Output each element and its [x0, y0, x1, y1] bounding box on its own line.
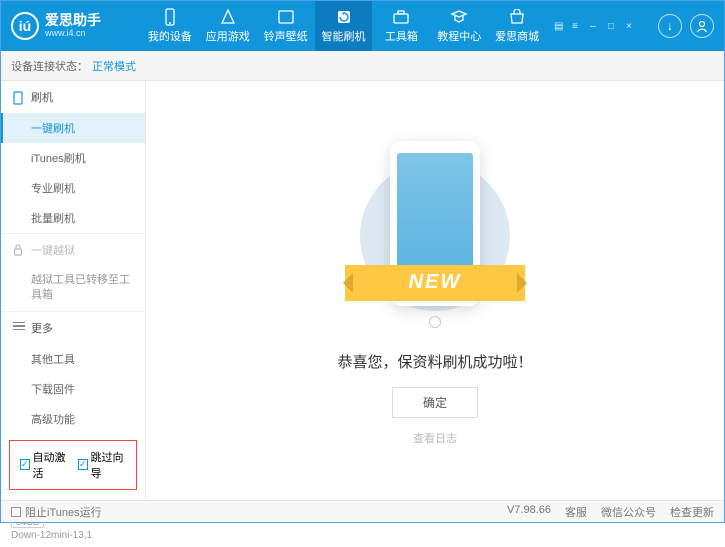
- store-icon: [508, 8, 526, 26]
- update-link[interactable]: 检查更新: [670, 504, 714, 520]
- tab-apps[interactable]: 应用游戏: [199, 1, 257, 51]
- status-value: 正常模式: [92, 58, 136, 74]
- main-content: NEW 恭喜您，保资料刷机成功啦！ 确定 查看日志: [146, 81, 724, 500]
- device-model: Down-12mini-13,1: [11, 530, 135, 541]
- version-label: V7.98.66: [507, 504, 551, 520]
- toolbox-icon: [392, 8, 410, 26]
- tab-ringtones[interactable]: 铃声壁纸: [257, 1, 315, 51]
- close-icon[interactable]: ×: [626, 21, 636, 31]
- logo: iú 爱思助手 www.i4.cn: [11, 12, 141, 40]
- menu-icon[interactable]: ▤: [554, 21, 564, 31]
- wechat-link[interactable]: 微信公众号: [601, 504, 656, 520]
- window-controls: ▤ ≡ – □ × ↓: [554, 14, 714, 38]
- user-button[interactable]: [690, 14, 714, 38]
- status-label: 设备连接状态：: [11, 58, 88, 74]
- view-log-link[interactable]: 查看日志: [413, 430, 457, 446]
- status-bar: 设备连接状态： 正常模式: [1, 51, 724, 81]
- phone-icon: [13, 91, 25, 103]
- nav-tabs: 我的设备 应用游戏 铃声壁纸 智能刷机 工具箱 教程中心 爱思商城: [141, 1, 546, 51]
- success-message: 恭喜您，保资料刷机成功啦！: [337, 351, 532, 372]
- sidebar-item-batch[interactable]: 批量刷机: [1, 203, 145, 233]
- wallpaper-icon: [277, 8, 295, 26]
- titlebar: iú 爱思助手 www.i4.cn 我的设备 应用游戏 铃声壁纸 智能刷机 工具…: [1, 1, 724, 51]
- apps-icon: [219, 8, 237, 26]
- settings-icon[interactable]: ≡: [572, 21, 582, 31]
- lock-icon: [13, 244, 25, 256]
- download-button[interactable]: ↓: [658, 14, 682, 38]
- checkbox-skip-guide[interactable]: ✓跳过向导: [78, 449, 126, 481]
- sidebar-section-flash[interactable]: 刷机: [1, 81, 145, 113]
- tab-flash[interactable]: 智能刷机: [315, 1, 373, 51]
- options-row: ✓自动激活 ✓跳过向导: [9, 440, 137, 490]
- sidebar-item-advanced[interactable]: 高级功能: [1, 404, 145, 434]
- minimize-icon[interactable]: –: [590, 21, 600, 31]
- flash-icon: [335, 8, 353, 26]
- sidebar-item-itunes[interactable]: iTunes刷机: [1, 143, 145, 173]
- sidebar-item-firmware[interactable]: 下载固件: [1, 374, 145, 404]
- success-illustration: NEW: [350, 136, 520, 336]
- hamburger-icon: [13, 322, 25, 334]
- new-banner: NEW: [345, 265, 525, 301]
- maximize-icon[interactable]: □: [608, 21, 618, 31]
- phone-icon: [161, 8, 179, 26]
- sidebar-section-more[interactable]: 更多: [1, 312, 145, 344]
- support-link[interactable]: 客服: [565, 504, 587, 520]
- checkbox-auto-activate[interactable]: ✓自动激活: [20, 449, 68, 481]
- ok-button[interactable]: 确定: [392, 387, 478, 418]
- app-url: www.i4.cn: [45, 29, 101, 39]
- sidebar-item-pro[interactable]: 专业刷机: [1, 173, 145, 203]
- tab-my-device[interactable]: 我的设备: [141, 1, 199, 51]
- jailbreak-note: 越狱工具已转移至工具箱: [1, 266, 145, 311]
- checkbox-block-itunes[interactable]: 阻止iTunes运行: [11, 504, 102, 520]
- tab-toolbox[interactable]: 工具箱: [372, 1, 430, 51]
- sidebar: 刷机 一键刷机 iTunes刷机 专业刷机 批量刷机 一键越狱 越狱工具已转移至…: [1, 81, 146, 500]
- sidebar-section-jailbreak[interactable]: 一键越狱: [1, 234, 145, 266]
- footer: 阻止iTunes运行 V7.98.66 客服 微信公众号 检查更新: [1, 500, 724, 522]
- tab-store[interactable]: 爱思商城: [488, 1, 546, 51]
- app-name: 爱思助手: [45, 13, 101, 28]
- logo-icon: iú: [11, 12, 39, 40]
- tutorial-icon: [450, 8, 468, 26]
- tab-tutorials[interactable]: 教程中心: [430, 1, 488, 51]
- sidebar-item-oneclick[interactable]: 一键刷机: [1, 113, 145, 143]
- sidebar-item-other[interactable]: 其他工具: [1, 344, 145, 374]
